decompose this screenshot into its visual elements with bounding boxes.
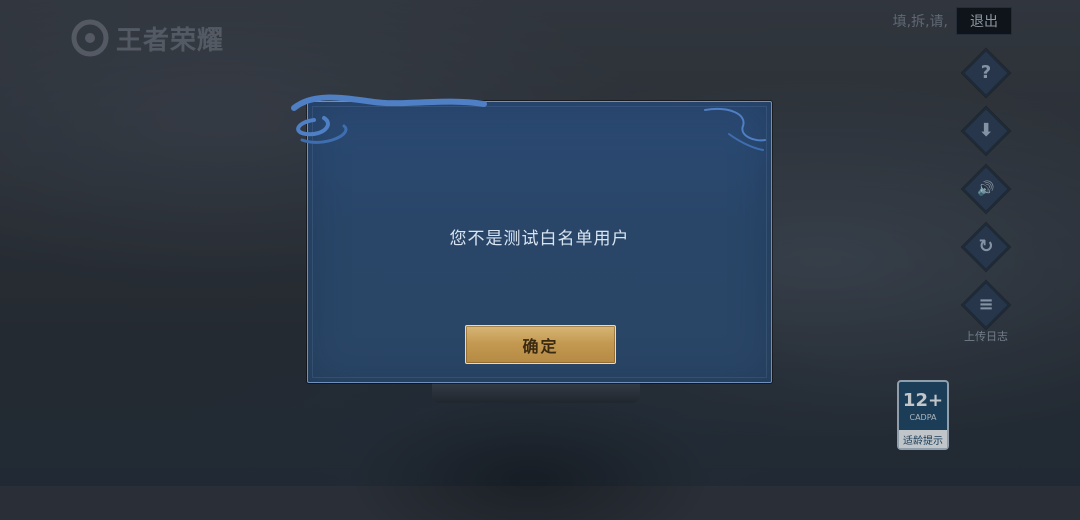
dialog-message: 您不是测试白名单用户 — [449, 229, 630, 249]
alert-dialog: 您不是测试白名单用户 确定 — [291, 94, 772, 383]
cloud-swirl-left-icon — [291, 94, 487, 144]
confirm-button[interactable]: 确定 — [465, 325, 616, 364]
cloud-swirl-right-icon — [704, 108, 766, 151]
